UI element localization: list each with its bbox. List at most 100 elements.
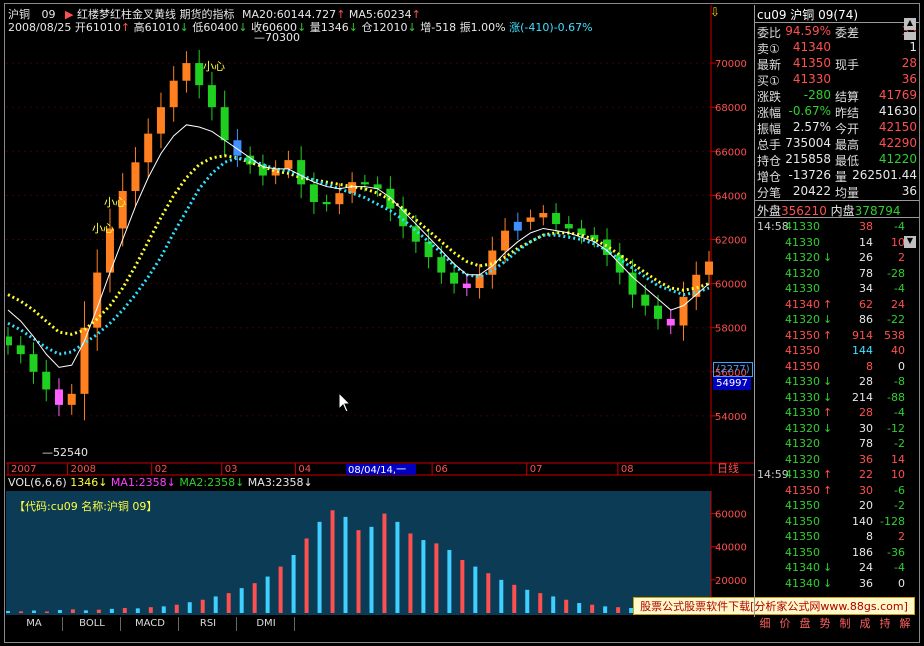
tick-volume: 34 (859, 282, 873, 295)
tab-rsi[interactable]: RSI (180, 617, 237, 631)
quote-value: 41350 (792, 56, 831, 70)
right-tab[interactable]: 成 (854, 617, 876, 631)
caution-label: 小心 (203, 60, 225, 73)
open-price: 开61010 (74, 21, 121, 34)
right-tab[interactable]: 细 (754, 617, 776, 631)
tick-volume: 186 (852, 545, 873, 559)
tick-volume: 144 (852, 344, 873, 357)
header-line-2: 2008/08/25 开61010↑ 高61010↓ 低60400↓ 收6060… (8, 19, 593, 35)
tab-ma[interactable]: MA (6, 617, 63, 631)
right-tab[interactable]: 持 (874, 617, 896, 631)
tick-scrollbar[interactable]: ▲ ▼ (904, 18, 916, 608)
quote-label: 卖① (757, 42, 780, 56)
volume-bar (70, 609, 75, 613)
candle-body (156, 107, 165, 134)
down-arrow-icon: ↓ (179, 21, 189, 34)
outer-volume: 356210 (781, 204, 827, 218)
candle-body (424, 241, 433, 258)
quote-label: 委比 (757, 26, 782, 40)
tick-volume: 30 (859, 483, 873, 497)
price-axis-label: 58000 (715, 324, 747, 335)
candle-body (322, 202, 331, 205)
low-marker: —52540 (42, 446, 88, 459)
tab-boll[interactable]: BOLL (64, 617, 121, 631)
volume-bar (57, 610, 62, 613)
right-tab[interactable]: 制 (834, 617, 856, 631)
quote-title: cu09 沪铜 09(74) (757, 8, 859, 22)
candle-body (309, 184, 318, 202)
tick-row: 41350 20 -2 (755, 499, 919, 515)
scroll-thumb[interactable] (904, 32, 916, 40)
volume-bar (421, 540, 426, 613)
tick-row: 41350 8 0 (755, 360, 919, 376)
quote-row: 总手 735004 最高 42290 (755, 136, 919, 152)
vol-ma3: MA3:2358 (247, 476, 304, 489)
candle-body (552, 213, 561, 225)
tick-price: 41350 (785, 530, 820, 543)
volume-bar (135, 608, 140, 613)
volume-bar (291, 555, 296, 613)
down-arrow-icon: ↓ (407, 21, 417, 34)
down-arrow-icon: ↓ (303, 476, 313, 489)
candle-body (437, 257, 446, 273)
tick-oi-change: 10 (891, 235, 905, 249)
tick-volume: 30 (859, 421, 873, 435)
up-arrow-icon: ↑ (120, 21, 131, 34)
candle-body (29, 354, 38, 372)
scroll-down-icon[interactable]: ▼ (904, 236, 916, 248)
candle-body (54, 389, 63, 405)
right-tab[interactable]: 解 (894, 617, 916, 631)
tick-price: 41340 (785, 297, 820, 311)
time-axis-label: 04 (298, 464, 311, 475)
tab-dmi[interactable]: DMI (238, 617, 295, 631)
volume-bar (616, 607, 621, 613)
vol-title: VOL(6,6,6) (8, 476, 67, 489)
tick-row: 41340 ↓ 36 0 (755, 577, 919, 593)
quote-label: 最低 (835, 154, 860, 168)
tick-arrow-icon: ↓ (823, 375, 833, 388)
period-label[interactable]: 日线 (717, 461, 739, 475)
tick-volume: 86 (859, 313, 873, 326)
tick-row: 41320 78 -28 (755, 267, 919, 283)
right-tab[interactable]: 价 (774, 617, 796, 631)
tick-price: 41330 (785, 375, 820, 388)
tick-oi-change: 538 (884, 328, 905, 342)
tick-arrow-icon: ↑ (823, 297, 833, 311)
volume-bar (343, 516, 348, 613)
tick-volume: 20 (859, 499, 873, 512)
pin-icon[interactable]: ⇩ (710, 5, 720, 19)
quote-panel: cu09 沪铜 09(74) 委比 94.59% 委差 35 卖① 41340 1 最新 413… (754, 5, 919, 617)
candle-body (666, 318, 675, 326)
volume-bar (18, 611, 23, 613)
candle-body (654, 305, 663, 319)
volume-bar (109, 608, 114, 613)
right-tab[interactable]: 势 (814, 617, 836, 631)
candle-body (705, 261, 713, 275)
candle-body (207, 85, 216, 108)
volume-bar (564, 599, 569, 613)
scroll-up-icon[interactable]: ▲ (904, 18, 916, 30)
volume-bar (239, 588, 244, 613)
tick-oi-change: -22 (887, 313, 905, 326)
price-axis-label: 70000 (715, 59, 747, 70)
tick-volume: 28 (859, 375, 873, 388)
kline-chart[interactable]: 7000068000660006400062000600005800056000… (6, 5, 754, 617)
tick-volume: 8 (866, 530, 873, 543)
right-tab[interactable]: 盘 (794, 617, 816, 631)
volume-bar (226, 593, 231, 613)
caution-label: 小心 (104, 196, 126, 209)
quote-label: 买① (757, 74, 780, 88)
tick-price: 41330 (785, 235, 820, 249)
tab-macd[interactable]: MACD (122, 617, 179, 631)
candle-body (42, 371, 51, 390)
tick-row: 41330 ↓ 214 -88 (755, 391, 919, 407)
vol-ma1: MA1:2358 (110, 476, 167, 489)
quote-row: 卖① 41340 1 (755, 40, 919, 56)
tick-price: 41350 (785, 545, 820, 559)
candle-body (169, 80, 178, 108)
high-marker: —70300 (254, 31, 300, 44)
tick-volume: 22 (859, 468, 873, 481)
tick-arrow-icon: ↑ (823, 483, 833, 497)
tick-oi-change: -36 (887, 545, 905, 559)
quote-value: 41340 (792, 40, 831, 54)
